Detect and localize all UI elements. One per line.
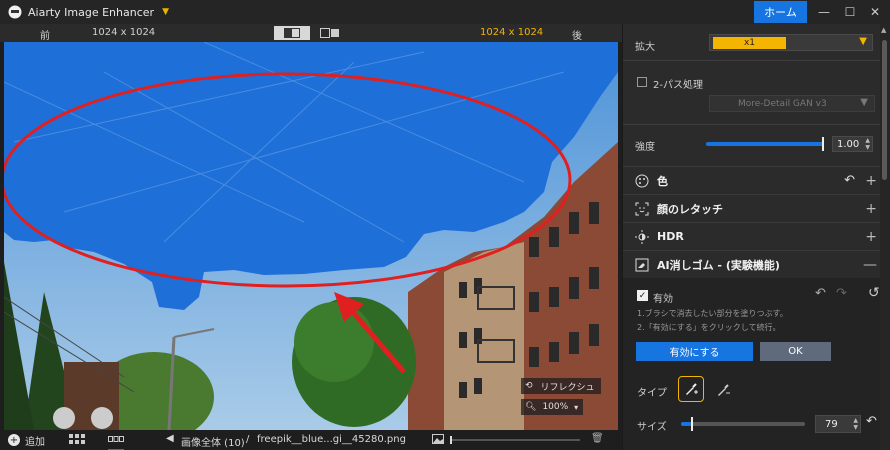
reflect-tool[interactable]: ⟲ リフレクシュ: [521, 378, 601, 394]
path-separator: /: [246, 434, 250, 445]
section-hdr[interactable]: HDR +: [623, 222, 881, 250]
eraser-enable-label: 有効: [653, 294, 673, 305]
size-slider[interactable]: [681, 417, 805, 431]
size-reset-icon[interactable]: ↶: [866, 414, 877, 429]
strength-label: 強度: [635, 142, 655, 153]
back-arrow-icon[interactable]: ◀: [166, 433, 174, 444]
strength-slider[interactable]: [706, 137, 824, 151]
collapse-minus-icon[interactable]: —: [863, 257, 877, 273]
strength-slider-fill: [706, 142, 824, 146]
strip-view-icon[interactable]: [108, 434, 124, 450]
grid-view-icon[interactable]: [69, 434, 85, 447]
ok-button[interactable]: OK: [760, 342, 831, 361]
split-view-button[interactable]: [274, 26, 310, 40]
type-label: タイプ: [637, 388, 667, 399]
section-ai-eraser[interactable]: AI消しゴム - (実験機能) —: [623, 250, 881, 278]
after-label: 後: [572, 31, 582, 42]
reflect-label: リフレクシュ: [540, 382, 595, 393]
before-label: 前: [40, 31, 50, 42]
hdr-icon: [635, 229, 649, 244]
app-menu-chevron-icon[interactable]: ▼: [162, 7, 169, 17]
size-slider-handle[interactable]: [690, 417, 693, 431]
scale-chevron-icon: ▼: [859, 36, 867, 47]
palette-icon: [635, 174, 649, 188]
panel-scrollbar[interactable]: ▲: [880, 24, 890, 450]
section-color[interactable]: 色 ↶ +: [623, 166, 881, 194]
before-size: 1024 x 1024: [92, 27, 156, 38]
scale-value: x1: [713, 37, 786, 49]
strength-stepper-icon[interactable]: ▲ ▼: [865, 137, 870, 151]
strength-input[interactable]: 1.00 ▲ ▼: [832, 136, 873, 152]
zoom-control[interactable]: 🔍︎ 100% ▾: [521, 399, 583, 415]
section-color-title: 色: [657, 174, 668, 188]
scrollbar-thumb[interactable]: [882, 40, 887, 180]
reset-icon[interactable]: ↺: [868, 285, 880, 301]
two-pass-checkbox[interactable]: [637, 77, 647, 87]
brush-plus-icon: [686, 383, 698, 395]
eraser-instruction-1: 1.ブラシで消去したい部分を塗りつぶす。: [637, 309, 788, 318]
after-size: 1024 x 1024: [480, 27, 544, 38]
zoom-search-icon: 🔍︎: [525, 402, 537, 412]
scale-label: 拡大: [635, 42, 655, 53]
scale-dropdown[interactable]: x1 ▼: [709, 34, 873, 51]
size-stepper-icon[interactable]: ▲ ▼: [853, 417, 858, 431]
model-value: More-Detail GAN v3: [738, 99, 827, 109]
two-pass-label: 2-パス処理: [653, 80, 703, 91]
section-face-title: 顔のレタッチ: [657, 202, 723, 216]
model-chevron-icon: ▼: [860, 97, 868, 108]
face-icon: [635, 202, 649, 216]
size-label: サイズ: [637, 422, 667, 433]
undo-icon[interactable]: ↶: [844, 173, 855, 188]
scroll-up-icon[interactable]: ▲: [881, 26, 886, 34]
section-hdr-title: HDR: [657, 230, 684, 243]
maximize-icon[interactable]: ☐: [839, 3, 861, 21]
thumbnail-size-slider[interactable]: [450, 436, 580, 444]
bottom-bar: + 追加 ◀ 画像全体 (10) / freepik__blue...gi__4…: [0, 430, 622, 450]
image-icon: [432, 434, 444, 447]
expand-plus-icon[interactable]: +: [865, 229, 877, 245]
add-button[interactable]: 追加: [25, 433, 45, 448]
compare-bar: 前 1024 x 1024 1024 x 1024 後: [0, 24, 622, 42]
eraser-instruction-2: 2.「有効にする」をクリックして続行。: [637, 323, 781, 332]
all-images-link[interactable]: 画像全体 (10): [181, 434, 245, 449]
brush-minus-icon: [718, 384, 730, 396]
model-dropdown[interactable]: More-Detail GAN v3 ▼: [709, 95, 875, 112]
strength-slider-handle[interactable]: [822, 137, 824, 151]
app-logo-icon: [8, 5, 22, 19]
side-by-side-view-button[interactable]: [312, 26, 348, 40]
photo-preview: [4, 42, 618, 430]
undo-icon[interactable]: ↶: [815, 286, 826, 301]
eraser-icon: [635, 258, 649, 272]
size-input[interactable]: 79 ▲ ▼: [815, 415, 861, 433]
home-button[interactable]: ホーム: [754, 1, 807, 23]
minimize-icon[interactable]: —: [813, 3, 835, 21]
app-title: Aiarty Image Enhancer: [28, 5, 155, 19]
trash-icon[interactable]: 🗑︎: [591, 433, 604, 444]
size-value: 79: [825, 418, 838, 430]
strength-value: 1.00: [837, 138, 860, 150]
settings-panel: 拡大 x1 ▼ 2-パス処理 More-Detail GAN v3 ▼ 強度 1…: [622, 24, 890, 450]
brush-add-tool[interactable]: [678, 376, 704, 402]
image-canvas[interactable]: ⟲ リフレクシュ 🔍︎ 100% ▾: [4, 42, 618, 430]
zoom-chevron-icon: ▾: [574, 402, 579, 412]
expand-plus-icon[interactable]: +: [865, 173, 877, 189]
thumbnail-slider-handle[interactable]: [450, 436, 452, 444]
add-icon[interactable]: +: [8, 434, 20, 446]
current-filename: freepik__blue...gi__45280.png: [257, 434, 406, 445]
section-eraser-title: AI消しゴム - (実験機能): [657, 258, 780, 272]
eraser-enable-checkbox[interactable]: ✓: [637, 290, 648, 301]
eraser-panel: ✓ 有効 ↶ ↷ ↺ 1.ブラシで消去したい部分を塗りつぶす。 2.「有効にする…: [623, 278, 881, 450]
redo-icon[interactable]: ↷: [836, 286, 847, 301]
zoom-value: 100%: [542, 402, 569, 412]
close-icon[interactable]: ✕: [864, 3, 886, 21]
title-bar: Aiarty Image Enhancer ▼ ホーム — ☐ ✕: [0, 0, 890, 24]
refresh-icon: ⟲: [525, 381, 533, 391]
brush-remove-tool[interactable]: [711, 378, 735, 402]
enable-button[interactable]: 有効にする: [636, 342, 753, 361]
expand-plus-icon[interactable]: +: [865, 201, 877, 217]
size-slider-fill: [681, 422, 691, 426]
section-face-retouch[interactable]: 顔のレタッチ +: [623, 194, 881, 222]
